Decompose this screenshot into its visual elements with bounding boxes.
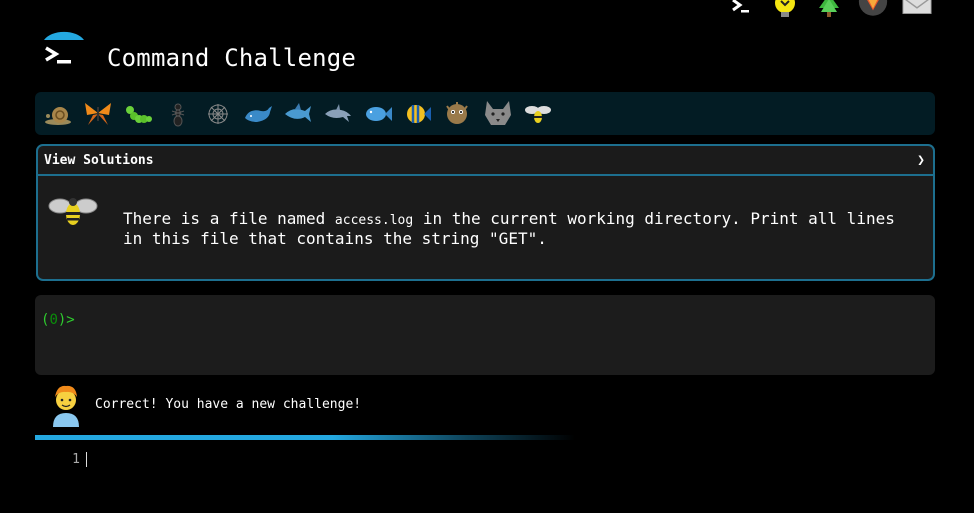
terminal-prompt: (0)> bbox=[41, 312, 75, 328]
snail-icon[interactable] bbox=[42, 99, 73, 129]
view-solutions-label: View Solutions bbox=[44, 152, 154, 168]
bee-icon bbox=[48, 194, 98, 232]
page-title: Command Challenge bbox=[107, 44, 357, 72]
top-icon-bar bbox=[726, 0, 932, 18]
ant-icon[interactable] bbox=[162, 99, 193, 129]
pufferfish-icon[interactable] bbox=[442, 99, 473, 129]
text-caret bbox=[86, 452, 87, 467]
spider-web-icon[interactable] bbox=[202, 99, 233, 129]
filename: access.log bbox=[334, 213, 414, 228]
view-solutions-toggle[interactable]: View Solutions ❯ bbox=[38, 146, 933, 176]
chevron-right-icon: ❯ bbox=[917, 152, 925, 168]
person-avatar-icon bbox=[49, 383, 83, 431]
prompt-count: 0 bbox=[49, 312, 58, 328]
command-editor[interactable]: 1 bbox=[35, 452, 87, 467]
bee-icon[interactable] bbox=[522, 99, 553, 129]
fox-icon[interactable] bbox=[858, 0, 888, 18]
wolf-icon[interactable] bbox=[482, 99, 513, 129]
butterfly-icon[interactable] bbox=[82, 99, 113, 129]
shark-icon[interactable] bbox=[282, 99, 313, 129]
dolphin-icon[interactable] bbox=[322, 99, 353, 129]
whale-icon[interactable] bbox=[242, 99, 273, 129]
prompt-close: )> bbox=[57, 312, 75, 328]
challenge-panel: View Solutions ❯ There is a file named a… bbox=[36, 144, 935, 281]
fish-icon[interactable] bbox=[362, 99, 393, 129]
app-logo[interactable] bbox=[42, 30, 86, 74]
terminal[interactable]: (0)> bbox=[35, 295, 935, 375]
tree-icon[interactable] bbox=[814, 0, 844, 18]
challenge-text-before: There is a file named bbox=[123, 209, 335, 228]
progress-bar bbox=[35, 435, 575, 440]
idea-bulb-icon[interactable] bbox=[770, 0, 800, 18]
challenge-text: There is a file named access.log in the … bbox=[123, 210, 913, 248]
line-number: 1 bbox=[72, 452, 80, 467]
terminal-icon[interactable] bbox=[726, 0, 756, 18]
mail-icon[interactable] bbox=[902, 0, 932, 18]
tropical-fish-icon[interactable] bbox=[402, 99, 433, 129]
feedback-message: Correct! You have a new challenge! bbox=[95, 397, 362, 412]
level-bar bbox=[35, 92, 935, 135]
caterpillar-icon[interactable] bbox=[122, 99, 153, 129]
